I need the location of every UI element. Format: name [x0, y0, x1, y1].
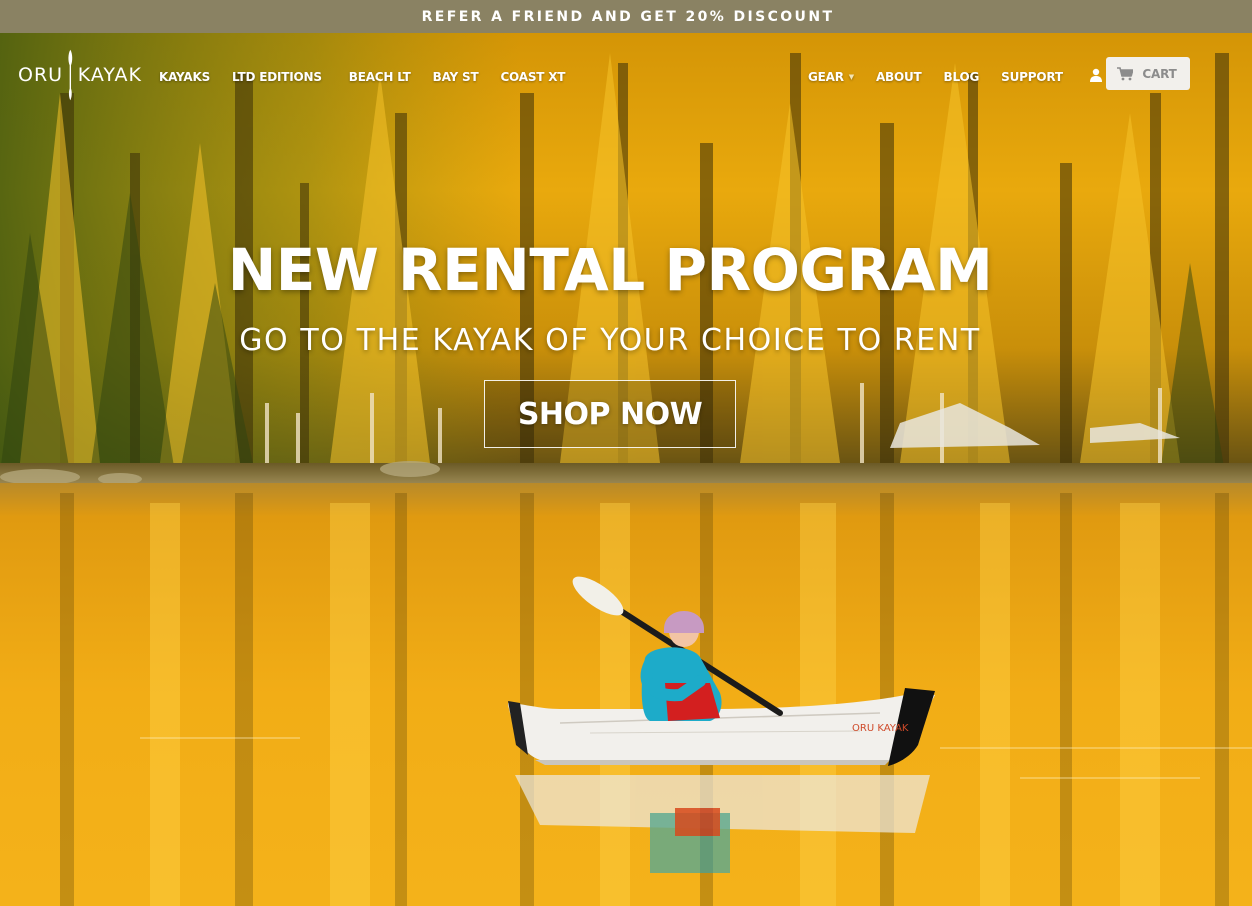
nav-link-coast-xt[interactable]: COAST XT	[500, 70, 565, 84]
hero-background: ORU KAYAK	[0, 33, 1252, 906]
nav-item-about: ABOUT	[876, 70, 922, 84]
nav-item-coast-xt: COAST XT	[500, 66, 565, 85]
site-logo[interactable]: ORU KAYAK	[18, 48, 142, 102]
secondary-nav: GEAR ▼ ABOUT BLOG SUPPORT	[808, 67, 1125, 86]
nav-item-account	[1085, 67, 1103, 86]
logo-left-word: ORU	[18, 63, 64, 86]
page: REFER A FRIEND AND GET 20% DISCOUNT ORU …	[0, 0, 1252, 906]
hero-photo: ORU KAYAK	[0, 33, 1252, 906]
user-icon	[1089, 68, 1102, 82]
cart-icon	[1117, 66, 1134, 80]
promo-banner: REFER A FRIEND AND GET 20% DISCOUNT	[0, 0, 1252, 33]
hero-subtitle: GO TO THE KAYAK OF YOUR CHOICE TO RENT	[239, 323, 981, 358]
nav-item-beach-lt: BEACH LT	[349, 66, 411, 85]
shop-now-button[interactable]: SHOP NOW	[484, 380, 736, 448]
hero-title: NEW RENTAL PROGRAM	[227, 236, 993, 304]
nav-item-gear: GEAR ▼	[808, 70, 854, 84]
nav-item-ltd-editions: LTD EDITIONS	[232, 66, 322, 85]
logo-right-word: KAYAK	[77, 63, 142, 86]
site-header: ORU KAYAK KAYAKS LTD EDITIONS BEACH LT B…	[0, 33, 1252, 113]
promo-link[interactable]: REFER A FRIEND AND GET 20% DISCOUNT	[418, 9, 835, 25]
primary-nav: KAYAKS LTD EDITIONS BEACH LT BAY ST COAS…	[159, 66, 587, 85]
cart-button[interactable]: CART	[1106, 57, 1190, 90]
chevron-down-icon: ▼	[848, 73, 854, 81]
nav-link-gear[interactable]: GEAR ▼	[808, 70, 854, 84]
svg-text:ORU KAYAK: ORU KAYAK	[852, 723, 909, 734]
nav-link-ltd-editions[interactable]: LTD EDITIONS	[232, 70, 322, 84]
nav-item-bay-st: BAY ST	[433, 66, 479, 85]
nav-link-gear-label: GEAR	[808, 69, 844, 84]
cart-label: CART	[1142, 66, 1177, 81]
nav-item-blog: BLOG	[944, 70, 980, 84]
nav-link-about[interactable]: ABOUT	[876, 70, 922, 84]
account-link[interactable]	[1085, 67, 1103, 86]
nav-link-blog[interactable]: BLOG	[944, 70, 980, 84]
nav-item-kayaks: KAYAKS	[159, 66, 210, 85]
nav-link-bay-st[interactable]: BAY ST	[433, 70, 479, 84]
nav-link-beach-lt[interactable]: BEACH LT	[349, 70, 411, 84]
logo-paddle-icon	[68, 49, 73, 101]
nav-item-support: SUPPORT	[1001, 70, 1063, 84]
nav-link-kayaks[interactable]: KAYAKS	[159, 70, 210, 84]
nav-link-support[interactable]: SUPPORT	[1001, 70, 1063, 84]
